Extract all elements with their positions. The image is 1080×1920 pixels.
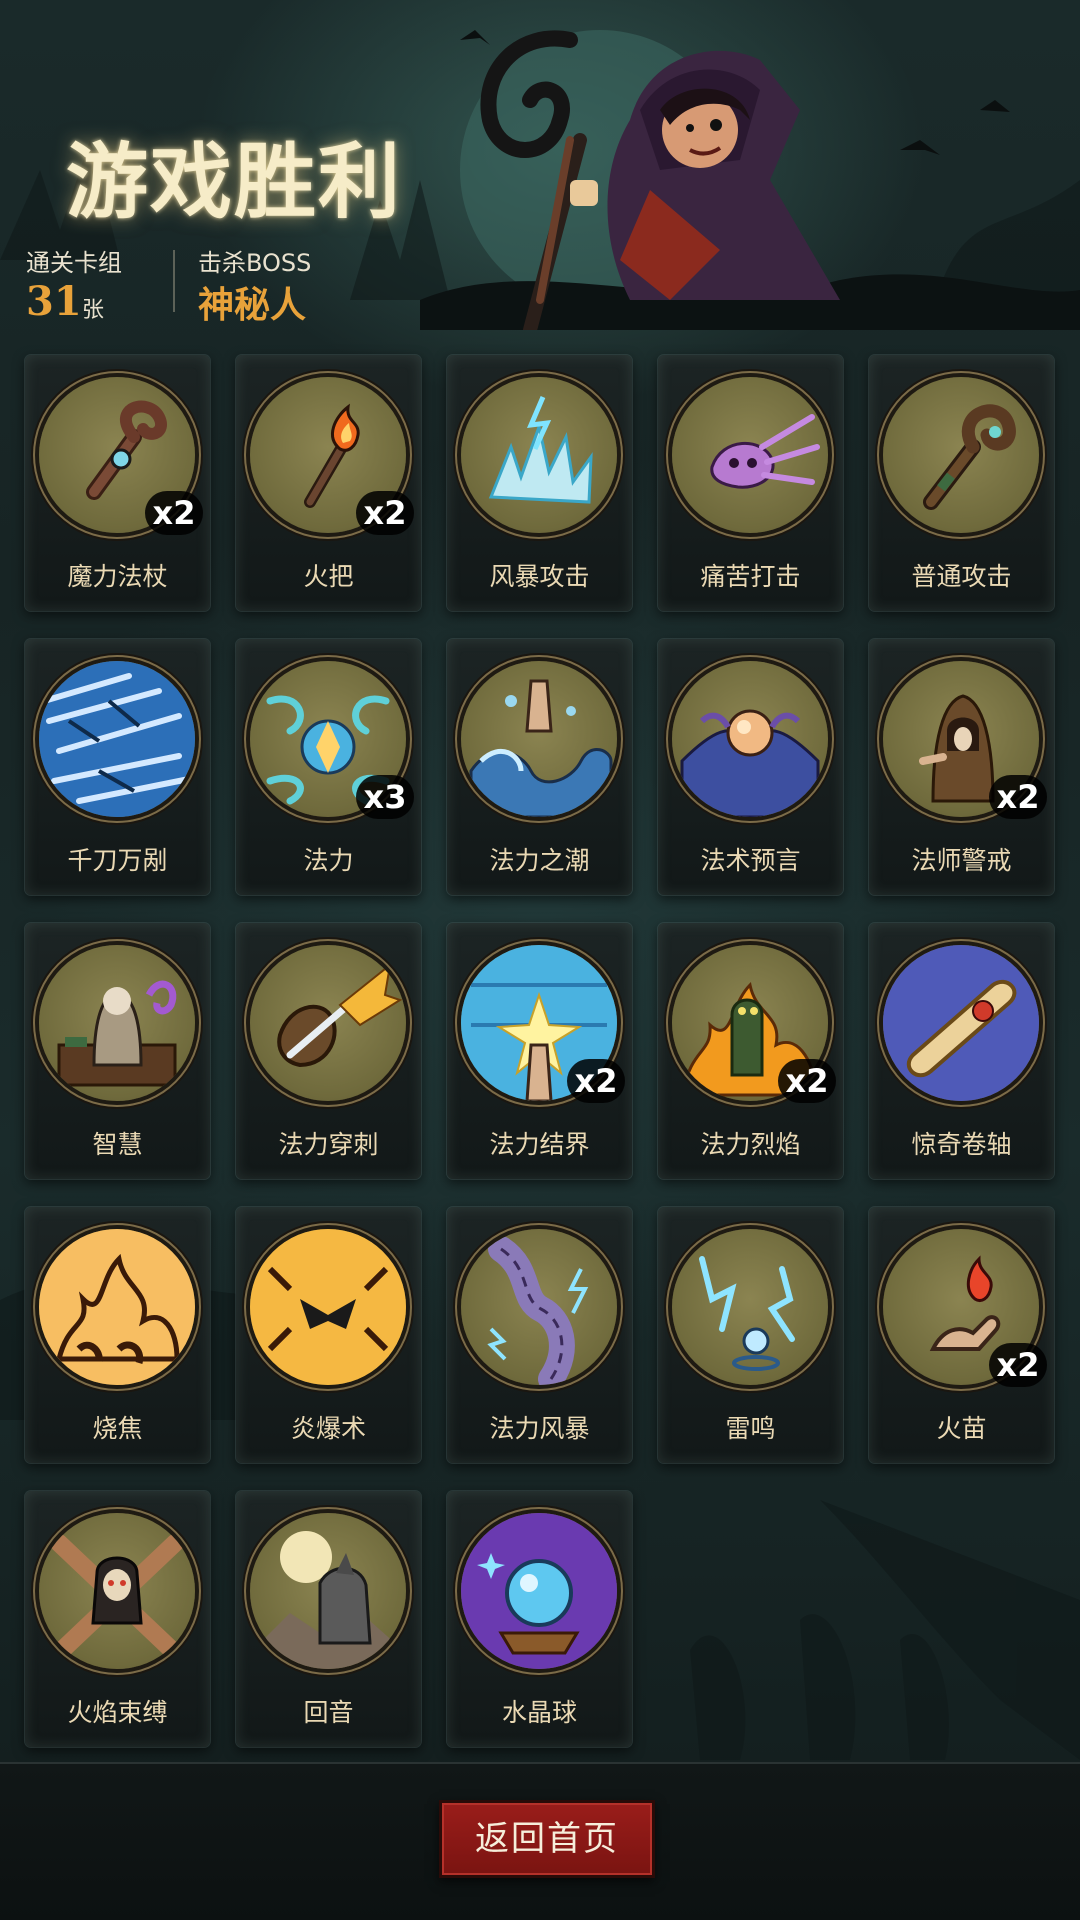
footer-bar: 返回首页 bbox=[0, 1762, 1080, 1920]
victory-header: 游戏胜利 通关卡组 31 张 击杀BOSS 神秘人 bbox=[0, 0, 1080, 340]
card-name: 火把 bbox=[303, 562, 354, 591]
card-name: 普通攻击 bbox=[911, 562, 1012, 591]
card-name: 智慧 bbox=[92, 1130, 143, 1159]
mana-pierce-icon bbox=[250, 945, 406, 1101]
card-tile-flame-bind[interactable]: 火焰束缚 bbox=[25, 1491, 210, 1747]
card-name: 魔力法杖 bbox=[67, 562, 168, 591]
card-tile-pain-strike[interactable]: 痛苦打击 bbox=[658, 355, 843, 611]
card-name: 痛苦打击 bbox=[700, 562, 801, 591]
card-tile-torch[interactable]: x2 火把 bbox=[236, 355, 421, 611]
card-tile-thunder[interactable]: 雷鸣 bbox=[658, 1207, 843, 1463]
card-tile-pyroblast[interactable]: 炎爆术 bbox=[236, 1207, 421, 1463]
card-count-badge: x2 bbox=[778, 1059, 836, 1103]
card-tile-mana-pierce[interactable]: 法力穿刺 bbox=[236, 923, 421, 1179]
card-count-badge: x2 bbox=[989, 775, 1047, 819]
deck-count: 31 bbox=[26, 278, 82, 325]
card-tile-mana-storm[interactable]: 法力风暴 bbox=[447, 1207, 632, 1463]
card-tile-flame-sprout[interactable]: x2 火苗 bbox=[869, 1207, 1054, 1463]
card-tile-thousand-blades[interactable]: 千刀万剐 bbox=[25, 639, 210, 895]
card-name: 法力穿刺 bbox=[278, 1130, 379, 1159]
stat-divider bbox=[173, 250, 175, 312]
card-name: 火焰束缚 bbox=[67, 1698, 168, 1727]
card-tile-echo[interactable]: 回音 bbox=[236, 1491, 421, 1747]
spell-prophecy-icon bbox=[672, 661, 828, 817]
game-victory-screen: 游戏胜利 通关卡组 31 张 击杀BOSS 神秘人 x2 魔力法杖 x2 火把 风暴攻击… bbox=[0, 0, 1080, 1920]
card-name: 烧焦 bbox=[92, 1414, 143, 1443]
card-tile-mage-vigilance[interactable]: x2 法师警戒 bbox=[869, 639, 1054, 895]
card-tile-wonder-scroll[interactable]: 惊奇卷轴 bbox=[869, 923, 1054, 1179]
storm-attack-icon bbox=[461, 377, 617, 533]
mana-tide-icon bbox=[461, 661, 617, 817]
card-count-badge: x2 bbox=[567, 1059, 625, 1103]
card-name: 回音 bbox=[303, 1698, 354, 1727]
card-tile-mana[interactable]: x3 法力 bbox=[236, 639, 421, 895]
flame-bind-icon bbox=[39, 1513, 195, 1669]
card-name: 雷鸣 bbox=[725, 1414, 776, 1443]
card-tile-normal-attack[interactable]: 普通攻击 bbox=[869, 355, 1054, 611]
normal-attack-icon bbox=[883, 377, 1039, 533]
card-tile-storm-attack[interactable]: 风暴攻击 bbox=[447, 355, 632, 611]
victory-title: 游戏胜利 bbox=[66, 134, 403, 230]
card-tile-crystal-ball[interactable]: 水晶球 bbox=[447, 1491, 632, 1747]
card-name: 法力风暴 bbox=[489, 1414, 590, 1443]
card-name: 法力 bbox=[303, 846, 354, 875]
scorch-icon bbox=[39, 1229, 195, 1385]
card-name: 法力之潮 bbox=[489, 846, 590, 875]
card-name: 法师警戒 bbox=[911, 846, 1012, 875]
deck-unit: 张 bbox=[82, 298, 105, 323]
boss-label: 击杀BOSS bbox=[198, 249, 312, 277]
pain-strike-icon bbox=[672, 377, 828, 533]
card-count-badge: x2 bbox=[145, 491, 203, 535]
card-count-badge: x3 bbox=[356, 775, 414, 819]
card-tile-mana-tide[interactable]: 法力之潮 bbox=[447, 639, 632, 895]
card-name: 惊奇卷轴 bbox=[911, 1130, 1012, 1159]
card-tile-scorch[interactable]: 烧焦 bbox=[25, 1207, 210, 1463]
card-name: 火苗 bbox=[936, 1414, 987, 1443]
card-name: 法术预言 bbox=[700, 846, 801, 875]
thunder-icon bbox=[672, 1229, 828, 1385]
pyroblast-icon bbox=[250, 1229, 406, 1385]
wizard-illustration bbox=[420, 30, 1080, 330]
echo-icon bbox=[250, 1513, 406, 1669]
card-name: 千刀万剐 bbox=[67, 846, 168, 875]
card-tile-wisdom[interactable]: 智慧 bbox=[25, 923, 210, 1179]
thousand-blades-icon bbox=[39, 661, 195, 817]
wisdom-icon bbox=[39, 945, 195, 1101]
card-name: 法力烈焰 bbox=[700, 1130, 801, 1159]
mana-storm-icon bbox=[461, 1229, 617, 1385]
card-tile-mana-flame[interactable]: x2 法力烈焰 bbox=[658, 923, 843, 1179]
card-name: 炎爆术 bbox=[290, 1414, 366, 1443]
card-tile-spell-prophecy[interactable]: 法术预言 bbox=[658, 639, 843, 895]
card-count-badge: x2 bbox=[989, 1343, 1047, 1387]
card-tile-mana-barrier[interactable]: x2 法力结界 bbox=[447, 923, 632, 1179]
card-name: 法力结界 bbox=[489, 1130, 590, 1159]
deck-label: 通关卡组 bbox=[26, 249, 122, 277]
crystal-ball-icon bbox=[461, 1513, 617, 1669]
wonder-scroll-icon bbox=[883, 945, 1039, 1101]
return-home-button[interactable]: 返回首页 bbox=[439, 1800, 655, 1878]
boss-name: 神秘人 bbox=[198, 284, 307, 326]
card-count-badge: x2 bbox=[356, 491, 414, 535]
card-name: 风暴攻击 bbox=[489, 562, 590, 591]
card-tile-magic-staff[interactable]: x2 魔力法杖 bbox=[25, 355, 210, 611]
card-name: 水晶球 bbox=[501, 1698, 577, 1727]
